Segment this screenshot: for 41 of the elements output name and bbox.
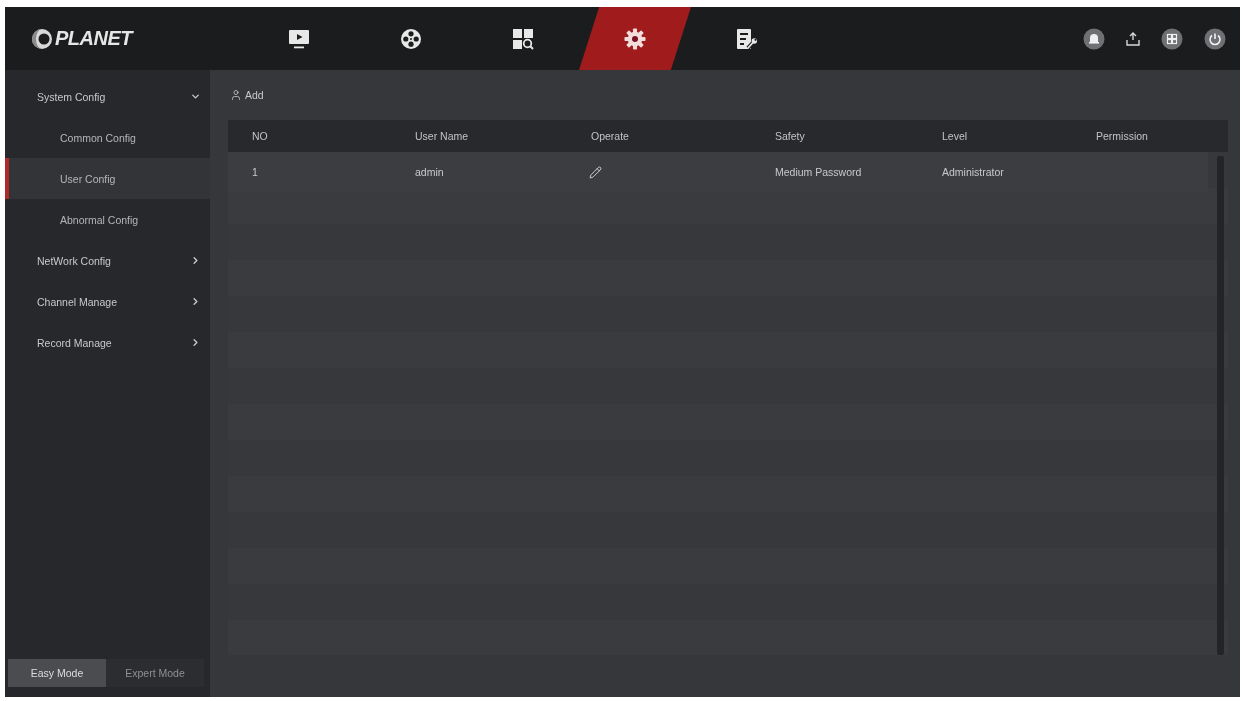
pencil-icon — [589, 165, 602, 179]
edit-button[interactable] — [589, 165, 603, 179]
column-header: Level — [941, 130, 969, 142]
header-action-button[interactable] — [1204, 27, 1226, 50]
menu-group[interactable]: NetWork Config — [5, 240, 210, 281]
header-action-button[interactable] — [1161, 27, 1183, 50]
chevron-right-icon — [190, 337, 201, 348]
header-action-button[interactable] — [1126, 31, 1140, 46]
column-header: NO — [251, 130, 269, 142]
logo-text: PLANET — [55, 27, 132, 50]
user-icon — [230, 89, 242, 101]
settings-icon — [624, 27, 646, 50]
menu-item[interactable]: User Config — [5, 158, 210, 199]
grid-icon — [1161, 27, 1183, 50]
power-icon — [1204, 27, 1226, 50]
tray-arrow-icon — [1126, 31, 1140, 46]
table-cell-text: admin — [414, 166, 445, 178]
chevron-right-icon — [190, 296, 201, 307]
header-action-button[interactable] — [1083, 27, 1105, 50]
menu-group[interactable]: Channel Manage — [5, 281, 210, 322]
column-header: Permission — [1095, 130, 1149, 142]
column-header: Operate — [590, 130, 630, 142]
monitor-play-icon — [288, 27, 310, 50]
grid-search-icon — [512, 27, 534, 50]
menu-item[interactable]: Abnormal Config — [5, 199, 210, 240]
menu-group[interactable]: Record Manage — [5, 322, 210, 363]
mode-tab[interactable]: Easy Mode — [8, 659, 106, 687]
chevron-down-icon — [190, 91, 201, 102]
table-cell-text: 1 — [251, 166, 259, 178]
column-header: User Name — [414, 130, 470, 142]
logo-mark-icon — [31, 27, 53, 50]
chevron-right-icon — [190, 255, 201, 266]
column-header: Safety — [774, 130, 806, 142]
add-user-button[interactable]: Add — [228, 87, 266, 103]
document-wrench-icon — [736, 27, 758, 50]
film-reel-icon — [400, 27, 422, 50]
menu-group[interactable]: System Config — [5, 76, 210, 117]
menu-item[interactable]: Common Config — [5, 117, 210, 158]
alarm-icon — [1083, 27, 1105, 50]
table-cell-text: Administrator — [941, 166, 1005, 178]
table-cell-text: Medium Password — [774, 166, 863, 178]
